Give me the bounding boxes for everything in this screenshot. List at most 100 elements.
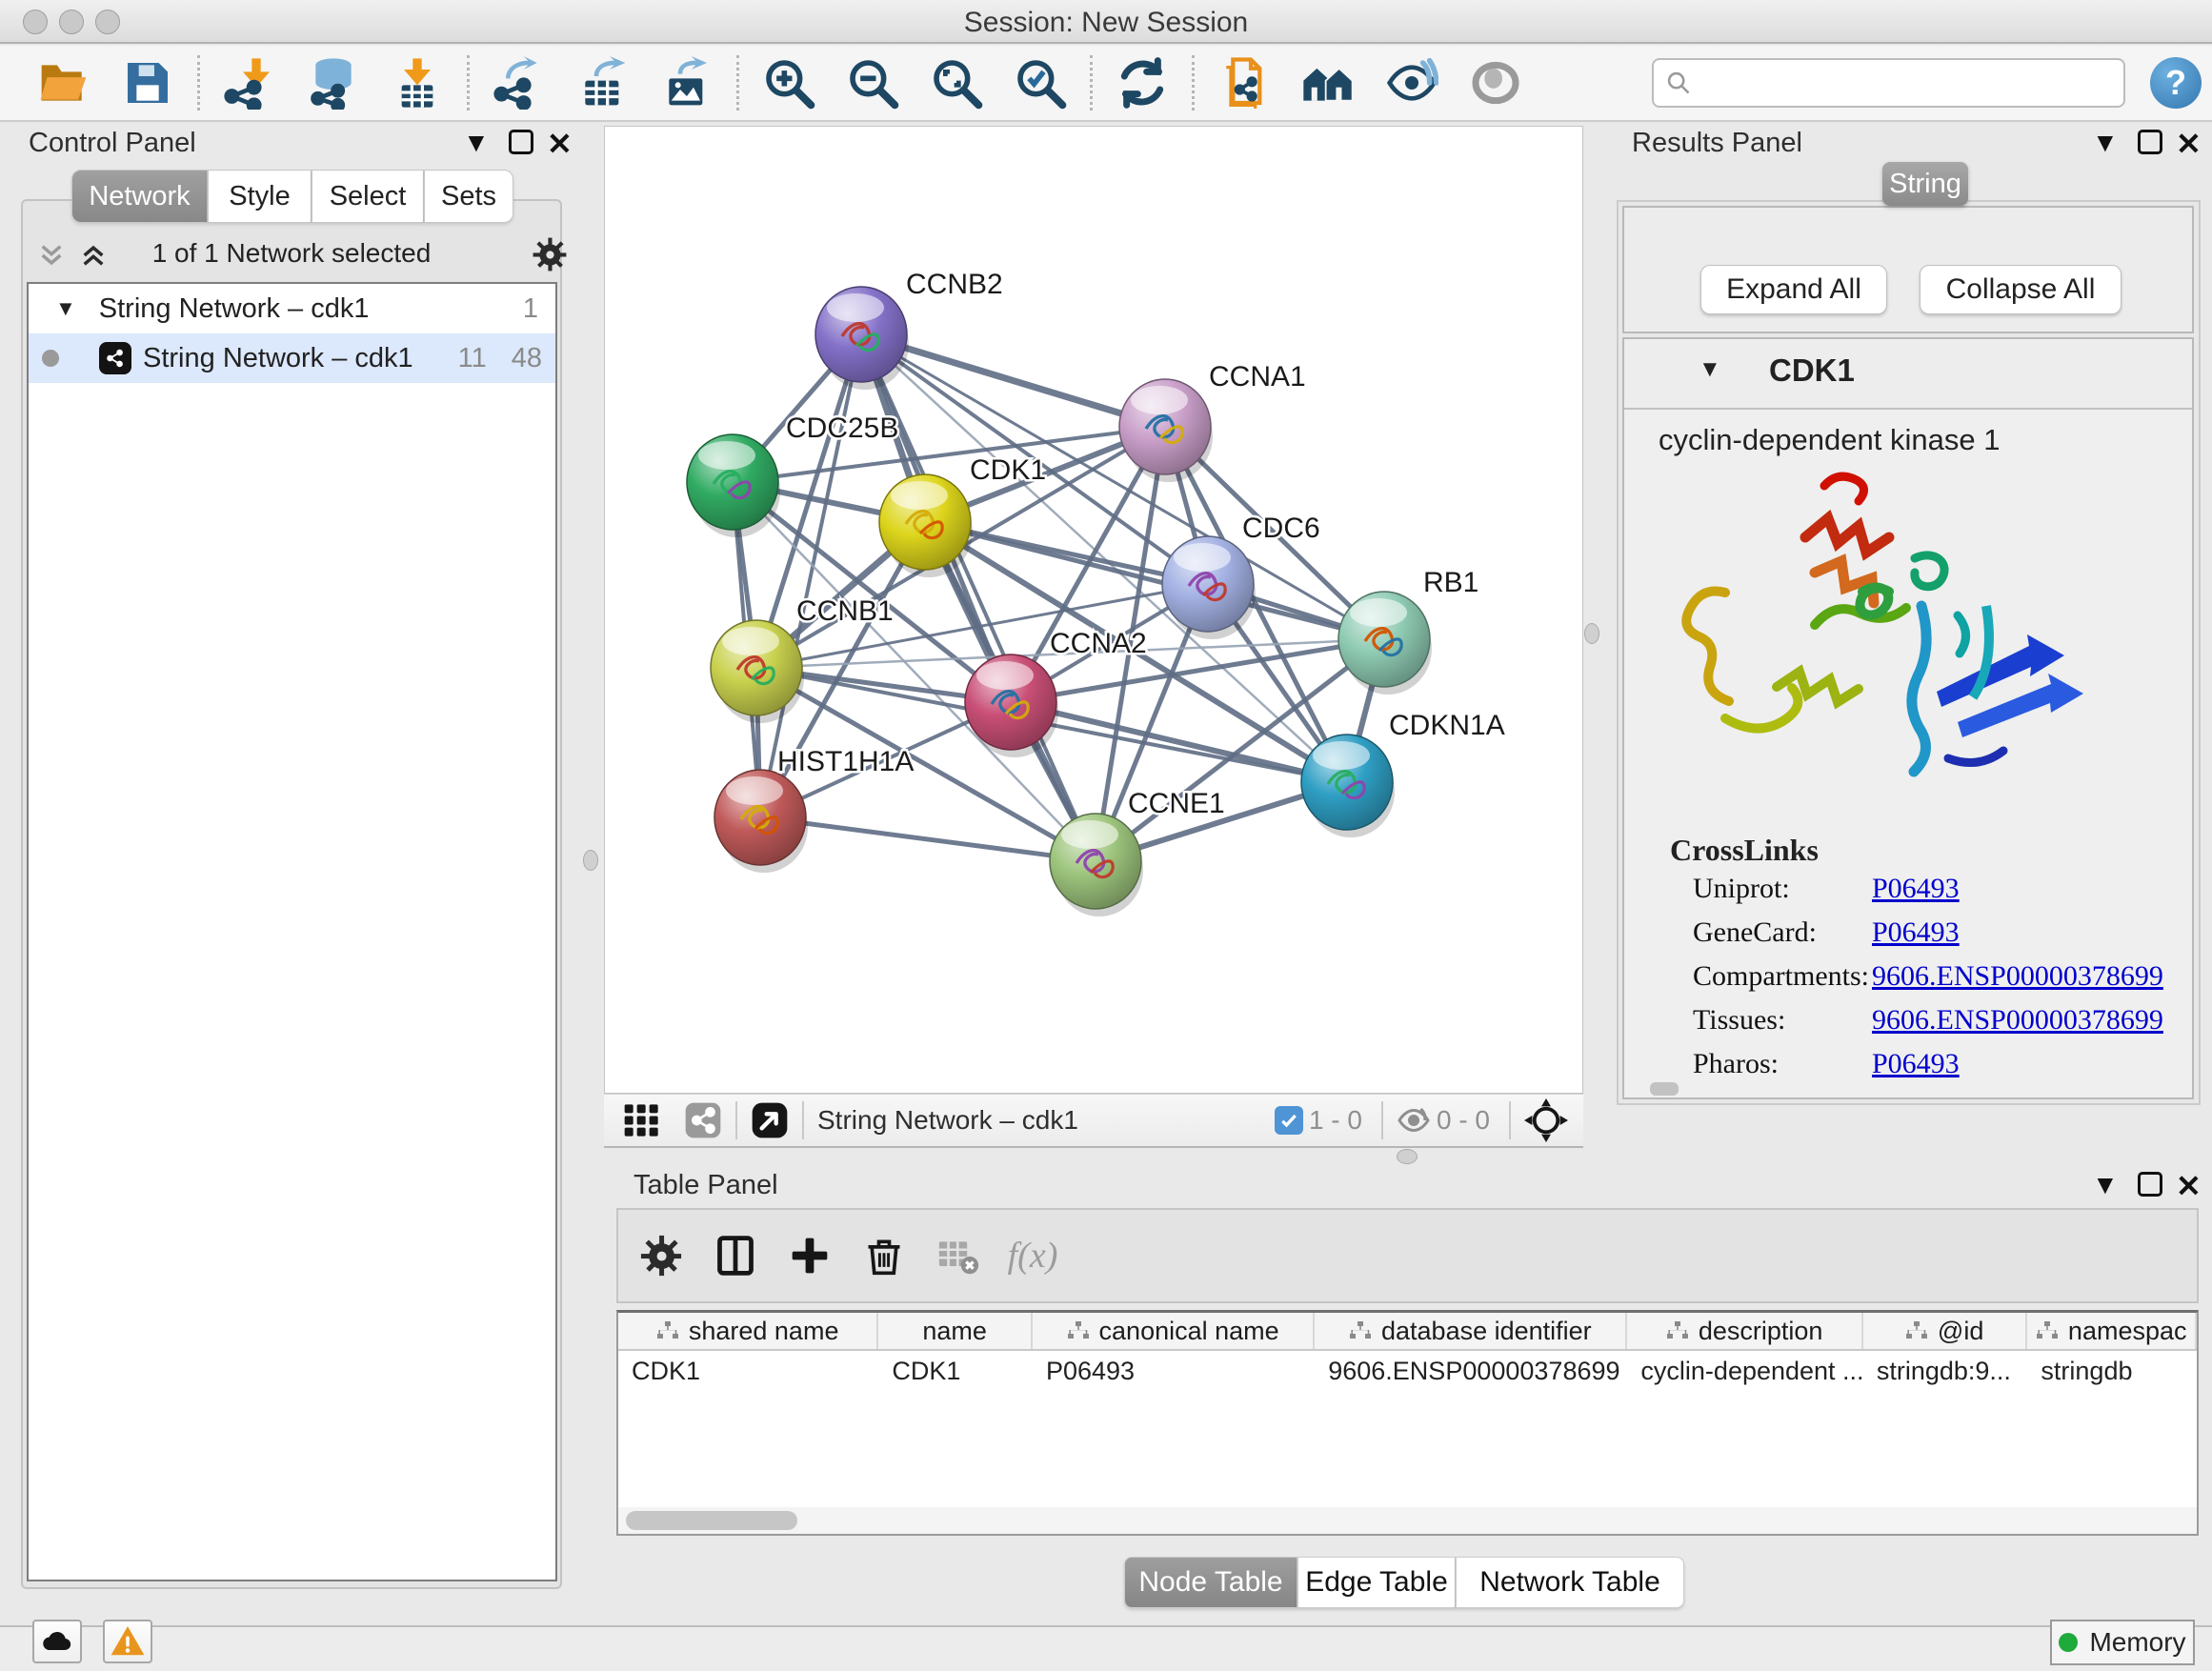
table-panel-menu-arrow[interactable]: ▼ bbox=[2092, 1170, 2119, 1200]
right-splitter-handle[interactable] bbox=[1584, 623, 1599, 644]
table-row[interactable]: CDK1CDK1P064939606.ENSP00000378699cyclin… bbox=[618, 1351, 2197, 1391]
bottom-splitter-handle[interactable] bbox=[1397, 1149, 1418, 1164]
crosslink-link[interactable]: P06493 bbox=[1872, 916, 1960, 949]
export-image-button[interactable] bbox=[659, 55, 714, 111]
delete-column-button[interactable] bbox=[858, 1230, 910, 1281]
collapse-all-button[interactable]: Collapse All bbox=[1920, 265, 2122, 314]
function-builder-button[interactable]: f(x) bbox=[1007, 1230, 1058, 1281]
export-network-button[interactable] bbox=[492, 55, 547, 111]
home-button[interactable] bbox=[1300, 55, 1356, 111]
cloud-button[interactable] bbox=[32, 1620, 82, 1663]
selected-checkbox-icon[interactable] bbox=[1275, 1106, 1303, 1135]
control-panel-close-button[interactable]: ✕ bbox=[547, 126, 573, 162]
results-panel-float-button[interactable] bbox=[2138, 130, 2162, 159]
hidden-eye-icon[interactable] bbox=[1397, 1103, 1431, 1137]
crosslink-link[interactable]: 9606.ENSP00000378699 bbox=[1872, 1004, 2163, 1037]
export-table-button[interactable] bbox=[575, 55, 631, 111]
import-table-button[interactable] bbox=[390, 55, 445, 111]
column-header-namespac[interactable]: namespac bbox=[2027, 1313, 2197, 1349]
table-cell[interactable]: stringdb:9... bbox=[1863, 1351, 2028, 1391]
tab-sets[interactable]: Sets bbox=[424, 170, 513, 223]
network-column-icon bbox=[656, 1320, 679, 1341]
zoom-in-button[interactable] bbox=[761, 55, 816, 111]
tab-select[interactable]: Select bbox=[312, 170, 424, 223]
tab-network-table[interactable]: Network Table bbox=[1456, 1557, 1684, 1608]
table-cell[interactable]: cyclin-dependent ... bbox=[1627, 1351, 1862, 1391]
bird-eye-view-button[interactable] bbox=[1468, 55, 1523, 111]
column-header--id[interactable]: @id bbox=[1863, 1313, 2028, 1349]
crosslink-row: Uniprot:P06493 bbox=[1693, 873, 2169, 916]
help-button[interactable]: ? bbox=[2150, 57, 2202, 109]
table-cell[interactable]: stringdb bbox=[2027, 1351, 2197, 1391]
network-node-ccna1[interactable]: CCNA1 bbox=[1119, 361, 1306, 482]
show-columns-button[interactable] bbox=[710, 1230, 761, 1281]
zoom-out-button[interactable] bbox=[845, 55, 900, 111]
results-panel-close-button[interactable]: ✕ bbox=[2176, 126, 2202, 162]
column-header-database-identifier[interactable]: database identifier bbox=[1315, 1313, 1627, 1349]
warnings-button[interactable] bbox=[103, 1620, 152, 1663]
table-settings-button[interactable] bbox=[635, 1230, 687, 1281]
network-edge[interactable] bbox=[760, 334, 861, 817]
table-hscrollbar[interactable] bbox=[618, 1507, 2197, 1534]
tab-network[interactable]: Network bbox=[71, 170, 208, 223]
crosslink-link[interactable]: 9606.ENSP00000378699 bbox=[1872, 960, 2163, 993]
table-cell[interactable]: CDK1 bbox=[618, 1351, 878, 1391]
network-node-ccnb1[interactable]: CCNB1 bbox=[711, 595, 894, 723]
toolbar-search-field[interactable] bbox=[1652, 58, 2125, 108]
table-cell[interactable]: CDK1 bbox=[878, 1351, 1033, 1391]
network-canvas[interactable]: CCNB2CCNA1CDC25BCDK1CDC6RB1CCNB1CCNA2CDK… bbox=[604, 126, 1583, 1094]
network-node-ccne1[interactable]: CCNE1 bbox=[1050, 788, 1225, 916]
create-column-button[interactable] bbox=[784, 1230, 835, 1281]
crosslink-link[interactable]: P06493 bbox=[1872, 873, 1960, 905]
network-node-hist1h1a[interactable]: HIST1H1A bbox=[714, 746, 914, 873]
network-collection-row[interactable]: ▼ String Network – cdk1 1 bbox=[29, 284, 555, 333]
network-row-selected[interactable]: String Network – cdk1 11 48 bbox=[29, 333, 555, 383]
share-view-icon[interactable] bbox=[684, 1101, 722, 1139]
table-cell[interactable]: P06493 bbox=[1033, 1351, 1315, 1391]
search-input[interactable] bbox=[1692, 68, 2092, 98]
import-network-button[interactable] bbox=[222, 55, 277, 111]
tab-edge-table[interactable]: Edge Table bbox=[1297, 1557, 1456, 1608]
protein-section-header[interactable]: ▼ CDK1 bbox=[1624, 339, 2192, 410]
network-node-rb1[interactable]: RB1 bbox=[1338, 567, 1478, 695]
hide-unhide-button[interactable] bbox=[1384, 55, 1439, 111]
zoom-selected-button[interactable] bbox=[1013, 55, 1068, 111]
left-splitter-handle[interactable] bbox=[583, 850, 598, 871]
open-session-button[interactable] bbox=[36, 55, 91, 111]
tree-expand-arrow-icon[interactable]: ▼ bbox=[55, 296, 76, 321]
gear-icon[interactable] bbox=[532, 236, 568, 272]
network-node-cdkn1a[interactable]: CDKN1A bbox=[1301, 710, 1505, 837]
section-collapse-arrow-icon[interactable]: ▼ bbox=[1699, 356, 1721, 383]
column-header-canonical-name[interactable]: canonical name bbox=[1033, 1313, 1315, 1349]
open-in-window-icon[interactable] bbox=[751, 1101, 789, 1139]
network-node-cdk1[interactable]: CDK1 bbox=[879, 454, 1046, 577]
delete-table-button[interactable] bbox=[933, 1230, 984, 1281]
crosslink-link[interactable]: P06493 bbox=[1872, 1048, 1960, 1080]
column-header-name[interactable]: name bbox=[878, 1313, 1033, 1349]
results-tab-string[interactable]: String bbox=[1882, 162, 1968, 206]
hscrollbar-thumb[interactable] bbox=[626, 1511, 797, 1530]
control-panel-float-button[interactable] bbox=[509, 130, 533, 159]
expand-all-button[interactable]: Expand All bbox=[1700, 265, 1887, 314]
column-header-description[interactable]: description bbox=[1627, 1313, 1862, 1349]
grid-view-icon[interactable] bbox=[623, 1101, 661, 1139]
network-graph[interactable]: CCNB2CCNA1CDC25BCDK1CDC6RB1CCNB1CCNA2CDK… bbox=[605, 127, 1582, 1093]
column-header-shared-name[interactable]: shared name bbox=[618, 1313, 878, 1349]
save-session-button[interactable] bbox=[120, 55, 175, 111]
apply-layout-button[interactable] bbox=[1115, 55, 1170, 111]
network-edge[interactable] bbox=[760, 817, 1096, 861]
fit-crosshair-icon[interactable] bbox=[1524, 1098, 1568, 1142]
results-scroll-nub[interactable] bbox=[1650, 1082, 1679, 1096]
import-database-button[interactable] bbox=[306, 55, 361, 111]
table-panel-float-button[interactable] bbox=[2138, 1172, 2162, 1201]
results-panel-menu-arrow[interactable]: ▼ bbox=[2092, 128, 2119, 158]
tab-style[interactable]: Style bbox=[208, 170, 312, 223]
control-panel-menu-arrow[interactable]: ▼ bbox=[463, 128, 490, 158]
memory-button[interactable]: Memory bbox=[2050, 1620, 2195, 1665]
network-node-cdc6[interactable]: CDC6 bbox=[1162, 513, 1320, 639]
tab-node-table[interactable]: Node Table bbox=[1124, 1557, 1297, 1608]
share-session-file-button[interactable] bbox=[1217, 55, 1272, 111]
table-panel-close-button[interactable]: ✕ bbox=[2176, 1168, 2202, 1204]
zoom-fit-button[interactable] bbox=[929, 55, 984, 111]
table-cell[interactable]: 9606.ENSP00000378699 bbox=[1315, 1351, 1627, 1391]
